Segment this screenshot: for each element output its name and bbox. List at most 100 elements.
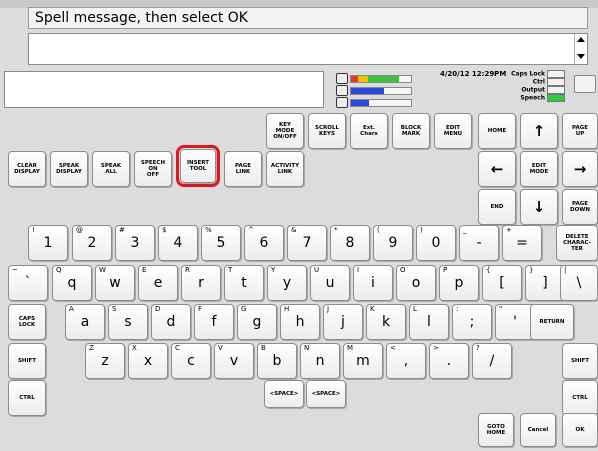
key-symbol[interactable]: " ' [495, 304, 535, 340]
key-symbol[interactable]: {[ [482, 265, 522, 301]
key-speak-display[interactable]: SPEAK DISPLAY [50, 151, 88, 187]
key-scroll-keys[interactable]: SCROLL KEYS [308, 113, 346, 149]
key-0[interactable]: ) 0 [416, 225, 456, 261]
key-page-link[interactable]: PAGE LINK [224, 151, 262, 187]
key-y[interactable]: Yy [267, 265, 307, 301]
key-speak-all[interactable]: SPEAK ALL [92, 151, 130, 187]
key-symbol[interactable]: | \ [560, 265, 598, 301]
key-t[interactable]: Tt [224, 265, 264, 301]
key-page-up[interactable]: PAGE UP [562, 113, 598, 149]
key-clear-display[interactable]: CLEAR DISPLAY [8, 151, 46, 187]
key-label: SCROLL KEYS [315, 125, 339, 137]
key-label: CTRL [572, 395, 588, 401]
key-1[interactable]: ! 1 [28, 225, 68, 261]
key-ctrl[interactable]: CTRL [8, 380, 46, 416]
key-symbol[interactable]: >. [429, 343, 469, 379]
key-6[interactable]: ^ 6 [244, 225, 284, 261]
key-shift[interactable]: SHIFT [8, 343, 46, 379]
key-ext-chars[interactable]: Ext. Chars [350, 113, 388, 149]
key-space[interactable]: <SPACE> [264, 380, 304, 408]
scroll-up-icon[interactable] [577, 37, 585, 42]
indicator-row: Ctrl [505, 78, 565, 86]
key-l[interactable]: Ll [409, 304, 449, 340]
key-edit-mode[interactable]: EDIT MODE [520, 151, 558, 187]
key-g[interactable]: Gg [237, 304, 277, 340]
key-symbol[interactable]: + = [502, 225, 542, 261]
key-z[interactable]: Zz [85, 343, 125, 379]
key-shift-label: I [357, 266, 360, 274]
meter-bar [350, 87, 412, 95]
key-space[interactable]: <SPACE> [306, 380, 346, 408]
key-c[interactable]: Cc [171, 343, 211, 379]
key-i[interactable]: Ii [353, 265, 393, 301]
key-goto-home[interactable]: GOTO HOME [478, 413, 514, 447]
key-v[interactable]: Vv [214, 343, 254, 379]
indicator-label: Speech [520, 94, 545, 102]
key-symbol[interactable]: <, [386, 343, 426, 379]
message-input[interactable] [28, 33, 588, 65]
key-8[interactable]: * 8 [330, 225, 370, 261]
key-symbol[interactable]: ↓ [520, 189, 558, 225]
key-symbol[interactable]: }] [525, 265, 565, 301]
key-3[interactable]: #3 [115, 225, 155, 261]
key-shift-label: A [69, 305, 74, 313]
key-label: Cancel [527, 427, 549, 433]
key-label: ' [513, 314, 517, 330]
meter-row [336, 97, 414, 108]
key-activity-link[interactable]: ACTIVITY LINK [266, 151, 304, 187]
key-o[interactable]: Oo [396, 265, 436, 301]
key-4[interactable]: $4 [158, 225, 198, 261]
key-label: SPEAK DISPLAY [56, 163, 82, 175]
key-label: y [282, 275, 292, 291]
scroll-down-icon[interactable] [577, 54, 585, 59]
key-key-mode-on-off[interactable]: KEY MODE ON/OFF [266, 113, 304, 149]
key-d[interactable]: Dd [151, 304, 191, 340]
key-edit-menu[interactable]: EDIT MENU [434, 113, 472, 149]
key-ok[interactable]: OK [562, 413, 598, 447]
key-caps-lock[interactable]: CAPS LOCK [8, 304, 46, 340]
key-home[interactable]: HOME [478, 113, 516, 149]
key-label: e [153, 275, 163, 291]
key-w[interactable]: Ww [95, 265, 135, 301]
key-j[interactable]: Jj [323, 304, 363, 340]
key-symbol[interactable]: ← [478, 151, 516, 187]
key-speech-on-off[interactable]: SPEECH ON OFF [134, 151, 172, 187]
key-label: o [411, 275, 421, 291]
key-s[interactable]: Ss [108, 304, 148, 340]
key-symbol[interactable]: ? / [472, 343, 512, 379]
key-ctrl[interactable]: CTRL [562, 380, 598, 416]
key-r[interactable]: Rr [181, 265, 221, 301]
key-block-mark[interactable]: BLOCK MARK [392, 113, 430, 149]
key-p[interactable]: Pp [439, 265, 479, 301]
key-symbol[interactable]: _ - [459, 225, 499, 261]
key-shift[interactable]: SHIFT [562, 343, 598, 379]
key-cancel[interactable]: Cancel [520, 413, 556, 447]
key-return[interactable]: RETURN [530, 304, 574, 340]
key-x[interactable]: Xx [128, 343, 168, 379]
key-m[interactable]: Mm [343, 343, 383, 379]
key-symbol[interactable]: :; [452, 304, 492, 340]
key-delete-charac-ter[interactable]: DELETE CHARAC- TER [556, 225, 598, 261]
key-e[interactable]: Ee [138, 265, 178, 301]
key-f[interactable]: Ff [194, 304, 234, 340]
key-shift-label: ? [476, 344, 480, 352]
key-symbol[interactable]: → [562, 151, 598, 187]
key-h[interactable]: Hh [280, 304, 320, 340]
key-insert-tool[interactable]: INSERT TOOL [176, 145, 220, 187]
key-5[interactable]: % 5 [201, 225, 241, 261]
key-u[interactable]: Uu [310, 265, 350, 301]
key-end[interactable]: END [478, 189, 516, 225]
key-k[interactable]: Kk [366, 304, 406, 340]
key-symbol[interactable]: ~ ` [8, 265, 48, 301]
key-2[interactable]: @2 [72, 225, 112, 261]
key-symbol[interactable]: ↑ [520, 113, 558, 149]
key-a[interactable]: Aa [65, 304, 105, 340]
keyboard-icon[interactable] [574, 75, 596, 93]
key-9[interactable]: (9 [373, 225, 413, 261]
key-q[interactable]: Qq [52, 265, 92, 301]
key-page-down[interactable]: PAGE DOWN [562, 189, 598, 225]
message-scrollbar[interactable] [574, 34, 587, 64]
key-7[interactable]: & 7 [287, 225, 327, 261]
key-n[interactable]: Nn [300, 343, 340, 379]
key-b[interactable]: Bb [257, 343, 297, 379]
